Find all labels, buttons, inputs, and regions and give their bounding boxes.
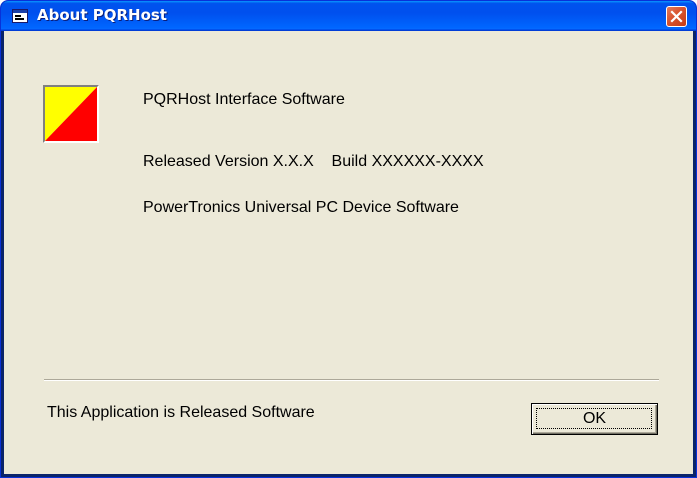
app-window-icon (12, 9, 28, 23)
product-logo-icon (43, 85, 99, 143)
release-status: This Application is Released Software (47, 404, 315, 421)
close-button[interactable] (666, 6, 687, 27)
window-title: About PQRHost (37, 6, 167, 24)
company-line: PowerTronics Universal PC Device Softwar… (143, 199, 459, 216)
separator (44, 379, 659, 381)
product-name: PQRHost Interface Software (143, 91, 345, 108)
close-icon (670, 10, 683, 23)
title-bar[interactable]: About PQRHost (1, 1, 696, 31)
ok-button[interactable]: OK (531, 403, 658, 435)
version-line: Released Version X.X.X Build XXXXXX-XXXX (143, 153, 484, 170)
ok-label: OK (582, 410, 607, 427)
dialog-body: PQRHost Interface Software Released Vers… (4, 31, 693, 474)
about-dialog: About PQRHost PQRHost Interface Software… (0, 0, 697, 478)
